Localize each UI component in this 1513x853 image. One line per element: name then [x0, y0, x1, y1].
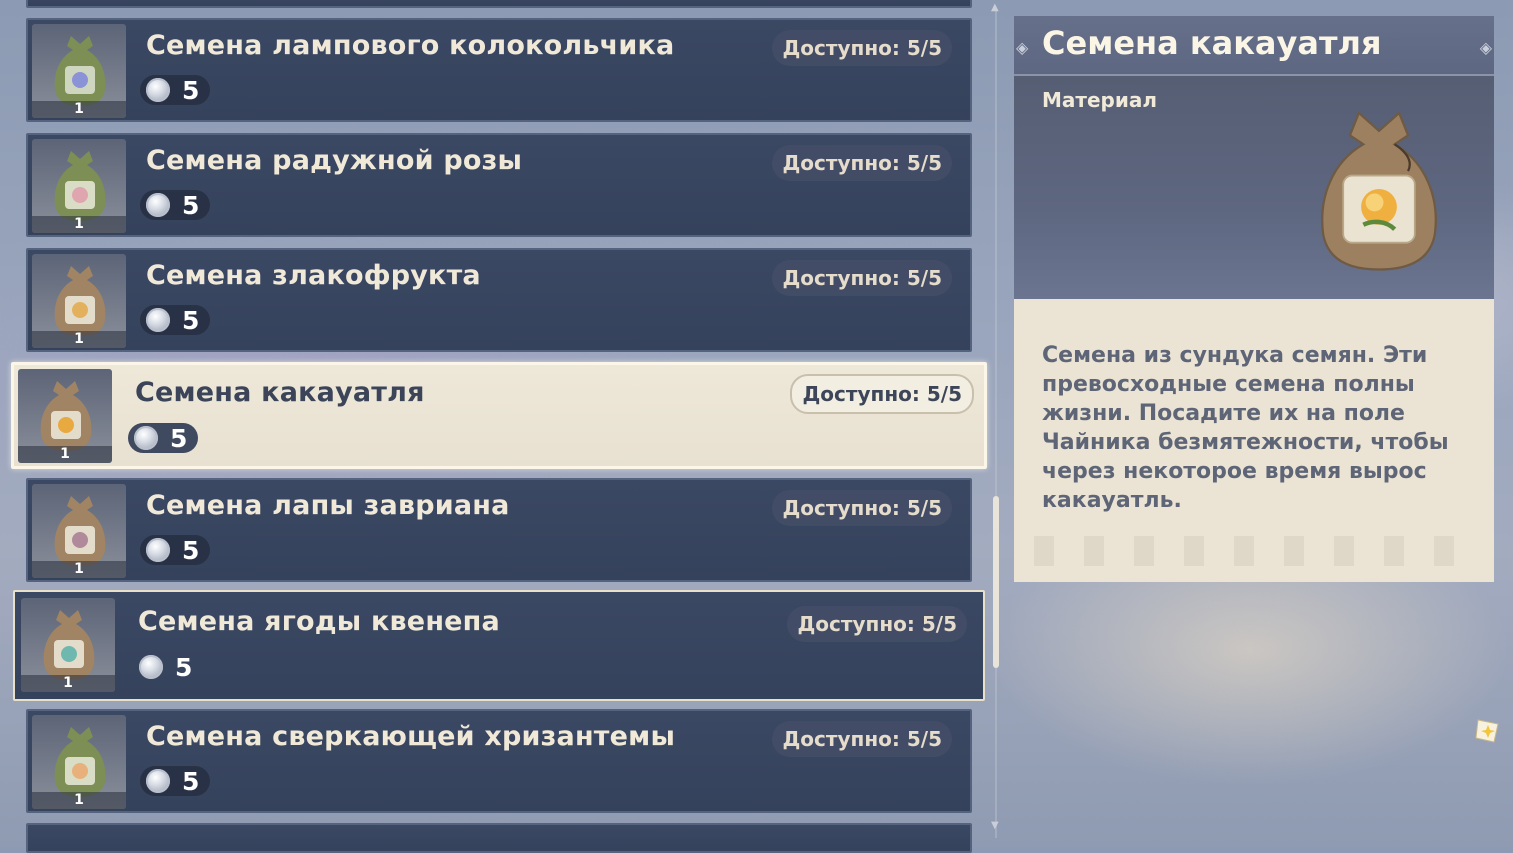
paimon-star-icon[interactable] [1474, 716, 1502, 744]
mora-coin-icon [146, 193, 170, 217]
mora-coin-icon [146, 78, 170, 102]
item-title: Семена злакофрукта [146, 260, 481, 291]
decorative-pattern [1034, 536, 1474, 566]
item-availability: Доступно: 5/5 [772, 721, 952, 757]
detail-header: ◈ Семена какауатля ◈ [1014, 16, 1494, 76]
item-cost: 5 [133, 652, 203, 682]
item-cost-value: 5 [182, 767, 200, 796]
seed-bag-icon [54, 151, 106, 221]
item-title: Семена сверкающей хризантемы [146, 721, 676, 752]
item-quantity: 1 [32, 101, 126, 118]
seed-bag-icon [54, 496, 106, 566]
item-title: Семена лапы завриана [146, 490, 510, 521]
item-cost-value: 5 [170, 424, 188, 453]
list-item-partial[interactable] [26, 823, 972, 853]
list-item-hovered[interactable]: 1 Семена ягоды квенепа 5 Доступно: 5/5 [13, 590, 985, 701]
item-detail-panel: ◈ Семена какауатля ◈ Материал Семена из … [1014, 16, 1494, 582]
item-cost-value: 5 [182, 76, 200, 105]
item-availability: Доступно: 5/5 [787, 606, 967, 642]
scroll-up-icon[interactable]: ▲ [991, 2, 999, 13]
item-cost-value: 5 [182, 536, 200, 565]
list-item[interactable]: 1 Семена злакофрукта 5 Доступно: 5/5 [26, 248, 972, 352]
item-title: Семена какауатля [135, 377, 425, 408]
mora-coin-icon [134, 426, 158, 450]
mora-coin-icon [139, 655, 163, 679]
list-scrollbar[interactable]: ▲ ▼ [991, 2, 999, 838]
mora-coin-icon [146, 308, 170, 332]
ornament-right-icon: ◈ [1479, 38, 1492, 57]
item-quantity: 1 [21, 675, 115, 692]
seed-bag-large-icon [1321, 111, 1437, 271]
item-icon-tile: 1 [32, 715, 126, 809]
mora-coin-icon [146, 769, 170, 793]
item-quantity: 1 [32, 331, 126, 348]
list-item[interactable]: 1 Семена сверкающей хризантемы 5 Доступн… [26, 709, 972, 813]
item-cost: 5 [140, 766, 210, 796]
item-availability: Доступно: 5/5 [772, 30, 952, 66]
item-cost-value: 5 [182, 191, 200, 220]
detail-category: Материал [1042, 88, 1158, 112]
seed-bag-icon [43, 610, 95, 680]
seed-bag-icon [54, 36, 106, 106]
item-quantity: 1 [32, 792, 126, 809]
mora-coin-icon [146, 538, 170, 562]
scroll-track [995, 8, 997, 838]
item-cost: 5 [140, 535, 210, 565]
detail-art: Материал [1014, 76, 1494, 299]
item-availability: Доступно: 5/5 [772, 260, 952, 296]
item-cost: 5 [128, 423, 198, 453]
list-item[interactable]: 1 Семена лапы завриана 5 Доступно: 5/5 [26, 478, 972, 582]
ornament-left-icon: ◈ [1016, 38, 1029, 57]
item-icon-tile: 1 [21, 598, 115, 692]
item-cost: 5 [140, 305, 210, 335]
detail-title: Семена какауатля [1042, 24, 1382, 62]
item-title: Семена лампового колокольчика [146, 30, 675, 61]
item-icon-tile: 1 [32, 254, 126, 348]
list-item[interactable]: 1 Семена радужной розы 5 Доступно: 5/5 [26, 133, 972, 237]
scroll-thumb[interactable] [993, 496, 999, 668]
item-icon-tile: 1 [18, 369, 112, 463]
list-item-selected[interactable]: 1 Семена какауатля 5 Доступно: 5/5 [11, 362, 987, 469]
item-cost-value: 5 [175, 653, 193, 682]
list-item-partial-top[interactable] [26, 0, 972, 8]
item-title: Семена радужной розы [146, 145, 523, 176]
item-availability: Доступно: 5/5 [772, 145, 952, 181]
item-icon-tile: 1 [32, 484, 126, 578]
seed-bag-icon [54, 266, 106, 336]
item-cost-value: 5 [182, 306, 200, 335]
item-title: Семена ягоды квенепа [138, 606, 500, 637]
list-item[interactable]: 1 Семена лампового колокольчика 5 Доступ… [26, 18, 972, 122]
seed-bag-icon [54, 727, 106, 797]
item-cost: 5 [140, 75, 210, 105]
item-cost: 5 [140, 190, 210, 220]
item-quantity: 1 [32, 561, 126, 578]
detail-description-box: Семена из сундука семян. Эти превосходны… [1014, 299, 1494, 582]
item-icon-tile: 1 [32, 24, 126, 118]
detail-description: Семена из сундука семян. Эти превосходны… [1042, 343, 1449, 513]
scroll-down-icon[interactable]: ▼ [991, 820, 999, 831]
item-quantity: 1 [18, 446, 112, 463]
item-availability: Доступно: 5/5 [790, 374, 974, 414]
seed-bag-icon [40, 381, 92, 451]
item-quantity: 1 [32, 216, 126, 233]
seed-shop-list: 1 Семена лампового колокольчика 5 Доступ… [0, 0, 1000, 853]
item-availability: Доступно: 5/5 [772, 490, 952, 526]
item-icon-tile: 1 [32, 139, 126, 233]
